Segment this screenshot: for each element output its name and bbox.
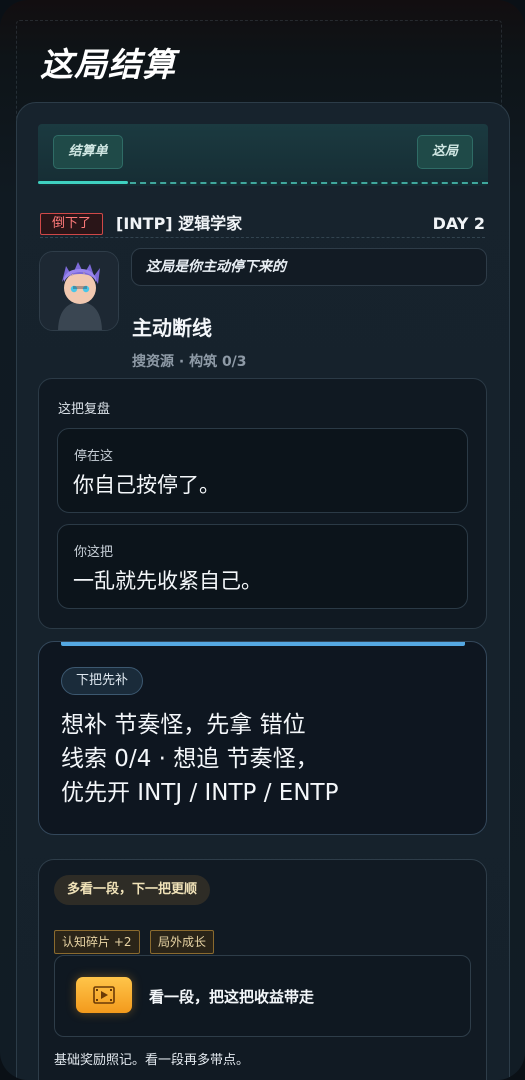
film-icon [93,986,115,1004]
progress-track [130,182,488,184]
review-item-stopped: 停在这 你自己按停了。 [57,428,468,513]
plan-line: 想补 节奏怪，先拿 错位 [61,712,306,738]
tab-this-round[interactable]: 这局 [417,135,473,169]
plan-line: 线索 0/4 · 想追 节奏怪， [61,746,319,772]
divider [40,237,485,238]
speech-bubble: 这局是你主动停下来的 [131,248,487,286]
next-plan-panel: 下把先补 想补 节奏怪，先拿 错位 线索 0/4 · 想追 节奏怪， 优先开 I… [38,641,487,835]
reward-tag-growth: 局外成长 [150,930,215,954]
review-heading: 这把复盘 [58,402,111,417]
tab-settlement[interactable]: 结算单 [53,135,123,169]
day-counter: DAY 2 [432,214,485,233]
plan-tag: 下把先补 [61,667,144,695]
play-video-icon[interactable] [76,977,132,1013]
end-reason-title: 主动断线 [132,316,212,340]
reward-tag-fragments: 认知碎片 +2 [54,930,140,954]
settlement-screen: 这局结算 结算单 这局 倒下了 [INTP] 逻辑学家 DAY 2 这局是你主动… [0,0,525,1080]
bonus-pill: 多看一段，下一把更顺 [54,875,211,905]
round-header: 倒下了 [INTP] 逻辑学家 DAY 2 [40,212,485,236]
end-reason-subtitle: 搜资源 · 构筑 0/3 [132,354,247,370]
progress-fill [38,181,128,184]
avatar [39,251,119,331]
review-item-value: 一乱就先收紧自己。 [73,569,262,593]
page-title: 这局结算 [40,45,176,84]
review-item-label: 停在这 [74,449,114,464]
review-item-playstyle: 你这把 一乱就先收紧自己。 [57,524,468,609]
review-item-value: 你自己按停了。 [73,473,220,497]
reward-footnote: 基础奖励照记。看一段再多带点。 [54,1053,250,1068]
plan-text: 想补 节奏怪，先拿 错位 线索 0/4 · 想追 节奏怪， 优先开 INTJ /… [61,708,471,810]
plan-accent-bar [61,642,465,646]
review-item-label: 你这把 [74,545,114,560]
status-badge: 倒下了 [40,213,103,235]
plan-line: 优先开 INTJ / INTP / ENTP [61,780,339,806]
watch-ad-label: 看一段，把这把收益带走 [149,988,315,1006]
role-name: [INTP] 逻辑学家 [116,214,243,233]
watch-ad-button[interactable]: 看一段，把这把收益带走 [54,955,471,1037]
character-portrait-icon [40,252,118,330]
